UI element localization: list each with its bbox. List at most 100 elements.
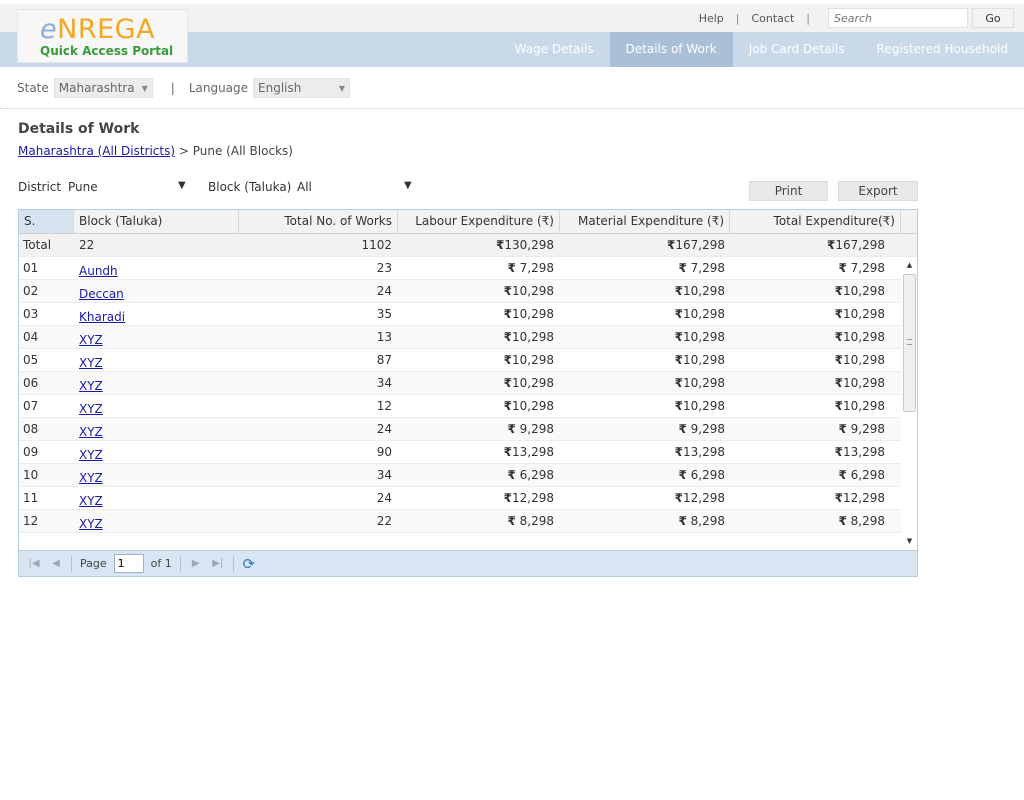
table-row: 03 Kharadi 35 ₹10,298 ₹10,298 ₹10,298 [19,303,901,326]
pager: |◀ ◀ Page of 1 ▶ ▶| ⟳ [19,550,917,576]
row-total: ₹ 8,298 [838,514,885,528]
total-label: Total [23,238,52,252]
language-label: Language [188,81,249,95]
row-works: 34 [376,468,392,482]
block-link[interactable]: XYZ [79,517,103,531]
print-button[interactable]: Print [749,181,828,201]
export-button[interactable]: Export [838,181,918,201]
row-block-link[interactable]: XYZ [79,513,103,536]
block-link[interactable]: Aundh [79,264,118,278]
total-expenditure: ₹167,298 [827,238,885,252]
row-labour: ₹10,298 [503,376,554,390]
total-works: 1102 [361,238,392,252]
row-sno: 10 [23,468,39,482]
go-button[interactable]: Go [972,8,1014,28]
grip-icon [907,339,912,345]
table-row: 01 Aundh 23 ₹ 7,298 ₹ 7,298 ₹ 7,298 [19,257,901,280]
state-select[interactable]: Maharashtra ▼ [53,78,153,98]
triangle-down-icon[interactable]: ▼ [178,180,186,191]
column-header-labour[interactable]: Labour Expenditure (₹) [398,210,560,233]
row-works: 34 [376,376,392,390]
page-label: Page [80,557,107,570]
block-link[interactable]: XYZ [79,402,103,416]
refresh-icon[interactable]: ⟳ [238,555,260,573]
row-labour: ₹ 7,298 [507,261,554,275]
breadcrumb-link-state[interactable]: Maharashtra (All Districts) [18,144,175,158]
row-sno: 05 [23,353,39,367]
column-header-block[interactable]: Block (Taluka) [74,210,239,233]
district-block-selectors: District Pune ▼ Block (Taluka) All ▼ [18,180,418,196]
column-header-works[interactable]: Total No. of Works [239,210,398,233]
row-material: ₹ 8,298 [678,514,725,528]
page-count: of 1 [150,557,172,570]
column-header-total[interactable]: Total Expenditure(₹) [730,210,901,233]
block-select[interactable]: All [297,180,312,194]
row-labour: ₹10,298 [503,353,554,367]
row-sno: 06 [23,376,39,390]
block-link[interactable]: XYZ [79,471,103,485]
help-link[interactable]: Help [699,12,724,25]
column-header-sno[interactable]: S. No.▲ [19,210,74,251]
row-sno: 03 [23,307,39,321]
table-row: 12 XYZ 22 ₹ 8,298 ₹ 8,298 ₹ 8,298 [19,510,901,533]
triangle-down-icon: ▼ [141,83,148,93]
block-link[interactable]: Deccan [79,287,124,301]
row-sno: 07 [23,399,39,413]
block-link[interactable]: XYZ [79,494,103,508]
block-link[interactable]: XYZ [79,379,103,393]
scroll-down-icon[interactable]: ▼ [902,534,917,548]
language-select[interactable]: English ▼ [253,78,351,98]
vertical-scrollbar[interactable]: ▲ ▼ [902,258,917,548]
tab-job-card-details[interactable]: Job Card Details [733,32,861,67]
top-links: Help | Contact | Go [699,4,1024,32]
row-total: ₹12,298 [834,491,885,505]
tab-details-of-work[interactable]: Details of Work [609,32,733,67]
table-row: 04 XYZ 13 ₹10,298 ₹10,298 ₹10,298 [19,326,901,349]
block-link[interactable]: XYZ [79,425,103,439]
row-labour: ₹10,298 [503,330,554,344]
next-page-icon[interactable]: ▶ [185,555,207,573]
row-total: ₹10,298 [834,353,885,367]
block-link[interactable]: XYZ [79,356,103,370]
row-total: ₹10,298 [834,399,885,413]
scroll-up-icon[interactable]: ▲ [902,258,917,272]
total-row: Total 22 1102 ₹130,298 ₹167,298 ₹167,298 [19,234,917,257]
tab-registered-household[interactable]: Registered Household [861,32,1024,67]
row-labour: ₹10,298 [503,399,554,413]
table-header: S. No.▲ Block (Taluka) Total No. of Work… [19,210,917,251]
page-title: Details of Work [18,121,140,137]
block-link[interactable]: XYZ [79,333,103,347]
first-page-icon[interactable]: |◀ [23,555,45,573]
site-logo[interactable]: eNREGA Quick Access Portal [17,9,188,63]
tab-wage-details[interactable]: Wage Details [499,32,610,67]
row-works: 22 [376,514,392,528]
row-works: 24 [376,491,392,505]
works-table: S. No.▲ Block (Taluka) Total No. of Work… [18,209,918,577]
table-row: 02 Deccan 24 ₹10,298 ₹10,298 ₹10,298 [19,280,901,303]
triangle-down-icon[interactable]: ▼ [404,180,412,191]
contact-link[interactable]: Contact [751,12,794,25]
prev-page-icon[interactable]: ◀ [45,555,67,573]
row-labour: ₹ 8,298 [507,514,554,528]
row-material: ₹10,298 [674,353,725,367]
block-link[interactable]: XYZ [79,448,103,462]
district-select[interactable]: Pune [68,180,98,194]
row-labour: ₹13,298 [503,445,554,459]
block-label: Block (Taluka) [208,180,292,194]
search-input[interactable] [828,8,968,28]
separator: | [170,81,175,95]
row-total: ₹ 7,298 [838,261,885,275]
scroll-thumb[interactable] [903,274,916,412]
row-sno: 01 [23,261,39,275]
total-blocks: 22 [79,238,95,252]
last-page-icon[interactable]: ▶| [207,555,229,573]
row-sno: 09 [23,445,39,459]
row-works: 87 [376,353,392,367]
row-material: ₹ 7,298 [678,261,725,275]
column-header-material[interactable]: Material Expenditure (₹) [560,210,730,233]
pager-divider [71,555,72,572]
block-link[interactable]: Kharadi [79,310,125,324]
row-total: ₹ 6,298 [838,468,885,482]
page-number-input[interactable] [113,554,144,573]
row-material: ₹13,298 [674,445,725,459]
